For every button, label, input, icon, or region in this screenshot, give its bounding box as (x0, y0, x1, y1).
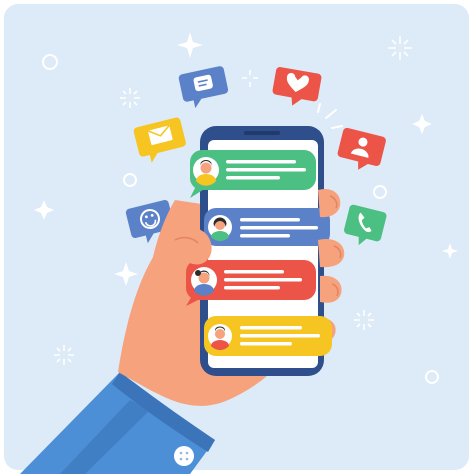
chat-bubble-blue (204, 208, 330, 246)
chat-bubble-yellow (204, 316, 332, 356)
illustration-stage (0, 0, 473, 474)
messaging-illustration (4, 4, 469, 474)
cuff-button-icon (174, 446, 194, 466)
chat-bubble-red (186, 260, 316, 306)
phone-speaker (244, 131, 280, 135)
